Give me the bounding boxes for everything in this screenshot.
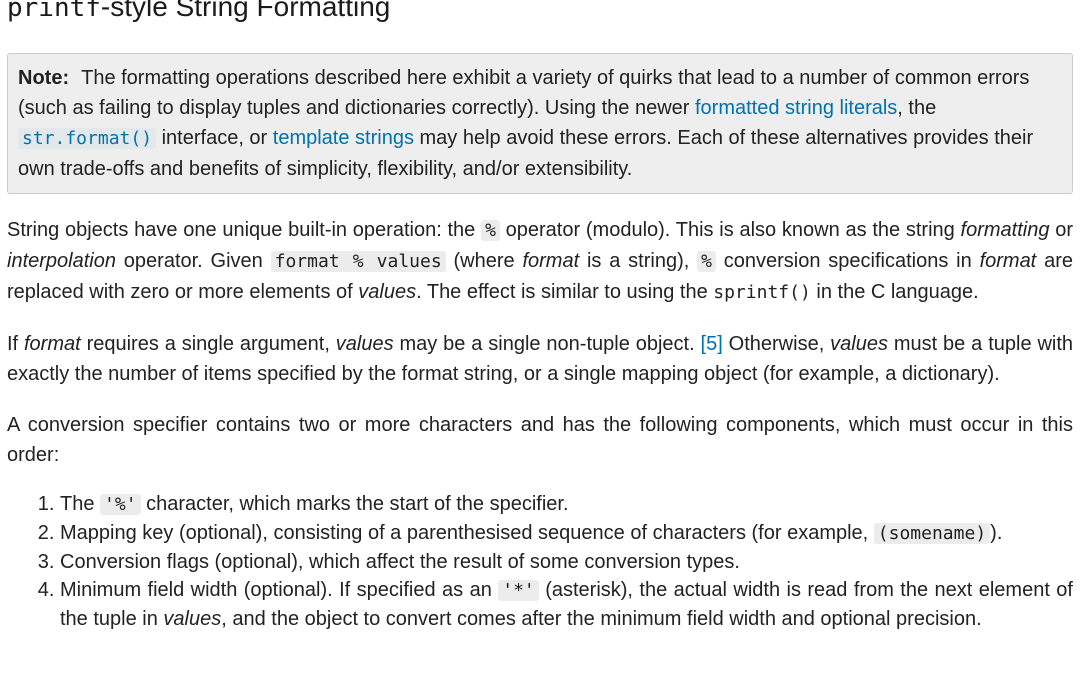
- str-format-link[interactable]: str.format(): [18, 127, 157, 149]
- emphasis: format: [24, 333, 81, 355]
- emphasis: format: [522, 250, 580, 272]
- emphasis: format: [979, 250, 1037, 272]
- document-content: printf-style String Formatting Note: The …: [7, 0, 1073, 633]
- note-text-2: , the: [897, 97, 937, 119]
- text: in the C language.: [810, 281, 979, 303]
- text: String objects have one unique built-in …: [7, 219, 482, 241]
- text: may be a single non-tuple object.: [393, 333, 701, 355]
- template-strings-link[interactable]: template strings: [273, 127, 414, 149]
- note-box: Note: The formatting operations described…: [7, 53, 1073, 194]
- text: (where: [445, 250, 523, 272]
- list-item: Conversion flags (optional), which affec…: [60, 548, 1073, 576]
- text: character, which marks the start of the …: [140, 493, 569, 515]
- text: Mapping key (optional), consisting of a …: [60, 522, 874, 544]
- paragraph-operator: String objects have one unique built-in …: [7, 215, 1073, 308]
- emphasis: interpolation: [7, 250, 116, 272]
- text: The: [60, 493, 101, 515]
- section-heading: printf-style String Formatting: [7, 0, 1073, 28]
- text: Conversion flags (optional), which affec…: [60, 551, 740, 573]
- footnote-link[interactable]: [5]: [701, 333, 723, 355]
- inline-code: sprintf(): [713, 282, 811, 303]
- inline-code: '*': [498, 580, 539, 601]
- formatted-string-literals-link[interactable]: formatted string literals: [695, 97, 897, 119]
- emphasis: values: [830, 333, 888, 355]
- emphasis: values: [358, 281, 417, 303]
- inline-code: format % values: [270, 251, 446, 272]
- heading-code: printf: [7, 0, 101, 23]
- emphasis: values: [335, 333, 394, 355]
- text: . The effect is similar to using the: [416, 281, 714, 303]
- list-item: Minimum field width (optional). If speci…: [60, 576, 1073, 633]
- paragraph-single-argument: If format requires a single argument, va…: [7, 329, 1073, 389]
- str-format-code: str.format(): [18, 128, 157, 149]
- text: Minimum field width (optional). If speci…: [60, 579, 499, 601]
- text: is a string),: [579, 250, 698, 272]
- text: conversion specifications in: [715, 250, 980, 272]
- emphasis: formatting: [960, 219, 1050, 241]
- list-item: The '%' character, which marks the start…: [60, 490, 1073, 519]
- emphasis: values: [163, 608, 222, 630]
- heading-text: -style String Formatting: [100, 0, 391, 22]
- note-title: Note:: [18, 67, 70, 89]
- text: operator (modulo). This is also known as…: [499, 219, 961, 241]
- text: requires a single argument,: [80, 333, 336, 355]
- inline-code: %: [481, 220, 500, 241]
- list-item: Mapping key (optional), consisting of a …: [60, 519, 1073, 548]
- text: If: [7, 333, 24, 355]
- components-list: The '%' character, which marks the start…: [7, 490, 1073, 633]
- text: Otherwise,: [722, 333, 831, 355]
- paragraph-conversion-specifier: A conversion specifier contains two or m…: [7, 414, 1073, 466]
- text: operator. Given: [115, 250, 271, 272]
- note-text-3: interface, or: [156, 127, 273, 149]
- text: or: [1049, 219, 1073, 241]
- inline-code: (somename): [873, 523, 991, 544]
- inline-code: %: [697, 251, 716, 272]
- text: ).: [990, 522, 1003, 544]
- text: , and the object to convert comes after …: [221, 608, 982, 630]
- inline-code: '%': [100, 494, 141, 515]
